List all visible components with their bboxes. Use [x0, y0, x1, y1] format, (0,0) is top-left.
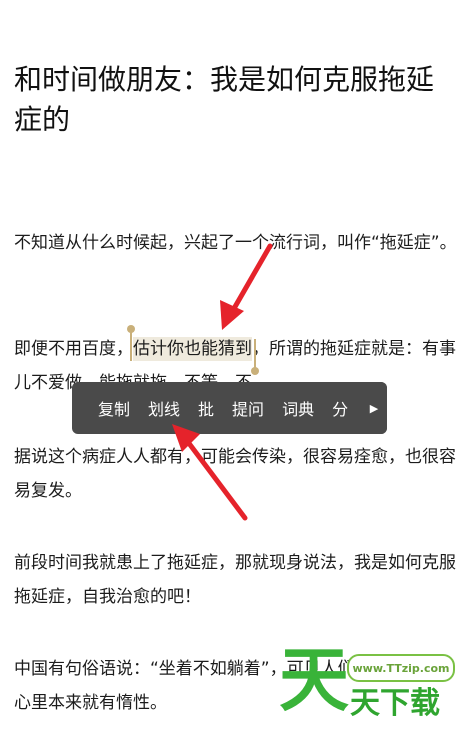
watermark-logo: 天 [279, 639, 349, 721]
arrow-down-icon [220, 243, 273, 330]
watermark-text: 天下载 [350, 686, 440, 721]
annotation-arrows [172, 243, 273, 521]
arrow-up-icon [172, 424, 248, 521]
